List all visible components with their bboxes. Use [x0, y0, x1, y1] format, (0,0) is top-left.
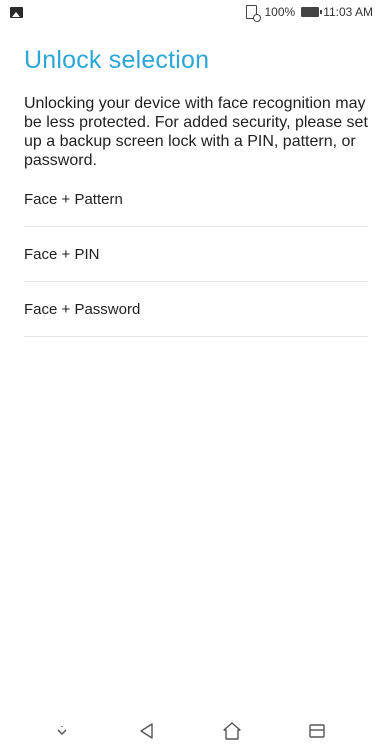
screen: 100% 11:03 AM Unlock selection Unlocking…	[0, 0, 379, 755]
status-right: 100% 11:03 AM	[246, 5, 373, 22]
sim-icon	[246, 5, 262, 22]
option-label: Face + PIN	[24, 245, 100, 263]
home-icon[interactable]	[212, 711, 252, 751]
battery-icon	[301, 7, 323, 17]
description-text: Unlocking your device with face recognit…	[24, 95, 368, 169]
page-title: Unlock selection	[24, 46, 210, 74]
chevron-down-icon[interactable]	[42, 711, 82, 751]
navigation-bar	[0, 707, 379, 755]
status-left	[10, 6, 23, 18]
status-bar: 100% 11:03 AM	[0, 0, 379, 24]
battery-percent: 100%	[264, 5, 296, 19]
clock: 11:03 AM	[323, 5, 373, 19]
image-icon	[10, 6, 23, 18]
option-label: Face + Password	[24, 300, 141, 318]
option-face-pattern[interactable]: Face + Pattern	[24, 172, 368, 227]
option-face-password[interactable]: Face + Password	[24, 282, 368, 337]
unlock-options-list: Face + Pattern Face + PIN Face + Passwor…	[24, 172, 368, 337]
option-face-pin[interactable]: Face + PIN	[24, 227, 368, 282]
option-label: Face + Pattern	[24, 190, 123, 208]
back-icon[interactable]	[127, 711, 167, 751]
recents-icon[interactable]	[297, 711, 337, 751]
